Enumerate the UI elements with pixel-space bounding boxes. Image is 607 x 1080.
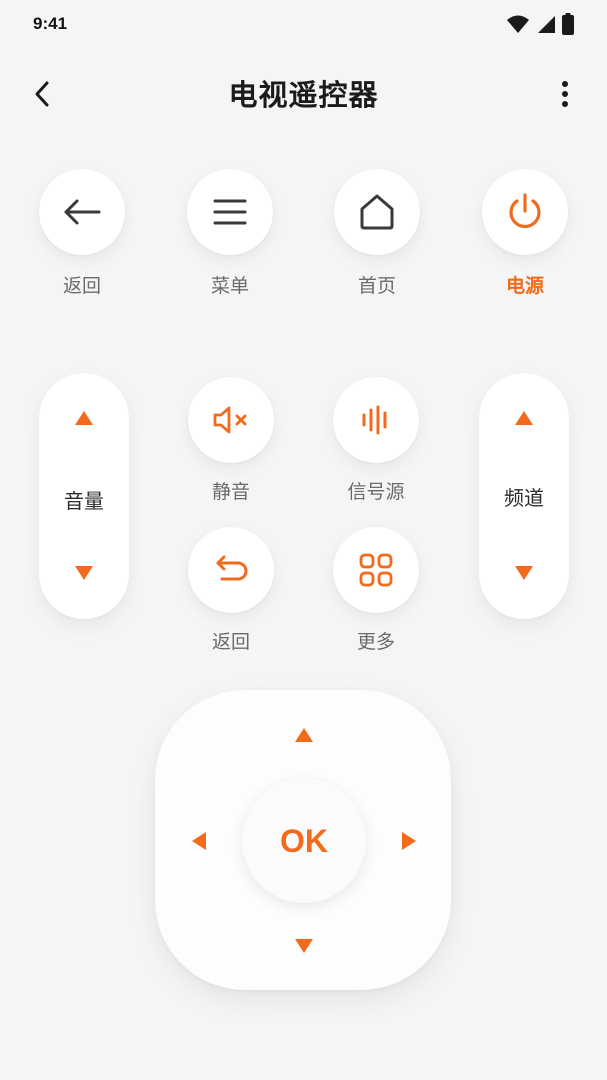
volume-label: 音量 <box>64 489 104 513</box>
power-icon <box>509 193 541 229</box>
menu-button[interactable] <box>187 169 273 255</box>
home-icon <box>360 194 394 230</box>
dpad-right-button[interactable] <box>402 832 416 850</box>
menu-label: 菜单 <box>210 275 249 297</box>
volume-down-button[interactable] <box>75 566 93 580</box>
back-key-label: 返回 <box>62 275 101 297</box>
battery-icon <box>562 13 574 35</box>
undo-return-icon <box>216 555 248 581</box>
back-key-button[interactable] <box>39 169 125 255</box>
status-icons <box>506 13 574 35</box>
signal-source-button[interactable] <box>333 377 419 463</box>
power-label: 电源 <box>505 275 544 297</box>
arrow-left-icon <box>64 199 101 225</box>
menu-icon <box>213 199 247 225</box>
channel-down-button[interactable] <box>515 566 533 580</box>
more-functions-button[interactable] <box>333 527 419 613</box>
ok-label: OK <box>280 822 328 859</box>
channel-up-button[interactable] <box>515 411 533 425</box>
signal-source-label: 信号源 <box>347 481 405 503</box>
more-vertical-icon <box>562 81 568 107</box>
wifi-icon <box>507 15 529 33</box>
grid-more-icon <box>359 553 393 587</box>
return-button[interactable] <box>188 527 274 613</box>
signal-source-icon <box>362 405 387 435</box>
more-functions-label: 更多 <box>356 631 395 653</box>
volume-up-button[interactable] <box>75 411 93 425</box>
mute-icon <box>213 406 247 434</box>
home-button[interactable] <box>334 169 420 255</box>
dpad-up-button[interactable] <box>295 728 313 742</box>
power-button[interactable] <box>482 169 568 255</box>
dpad-down-button[interactable] <box>295 939 313 953</box>
more-options-button[interactable] <box>545 74 585 114</box>
ok-button[interactable]: OK <box>242 779 366 903</box>
cellular-signal-icon <box>538 16 555 33</box>
mute-button[interactable] <box>188 377 274 463</box>
status-time: 9:41 <box>33 14 68 33</box>
page-title: 电视遥控器 <box>228 78 379 112</box>
dpad-left-button[interactable] <box>192 832 206 850</box>
return-label: 返回 <box>211 631 250 653</box>
home-label: 首页 <box>357 275 396 297</box>
mute-label: 静音 <box>211 481 250 503</box>
channel-label: 频道 <box>504 486 544 510</box>
